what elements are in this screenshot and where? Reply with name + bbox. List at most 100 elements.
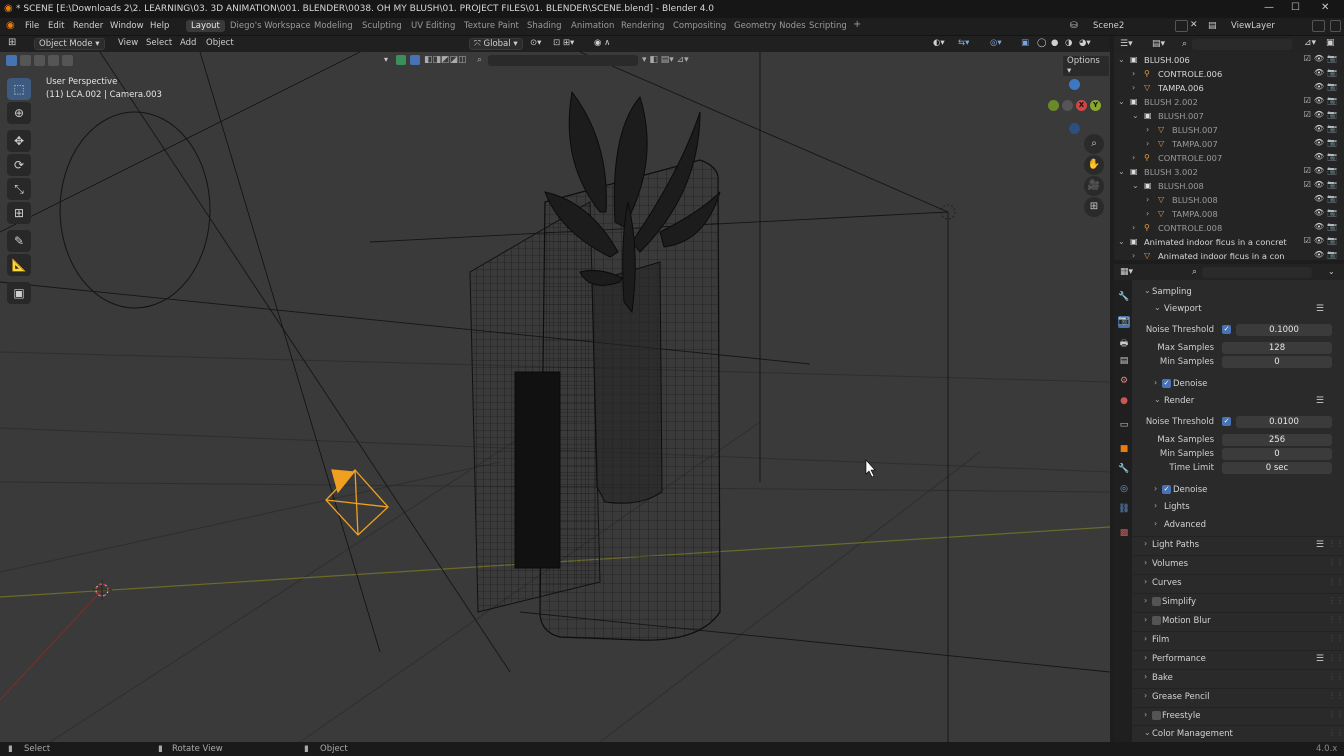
render-max-samples-field[interactable]: 256 <box>1222 434 1332 446</box>
expand-chevron-icon[interactable]: › <box>1132 223 1135 232</box>
select-box-tool-icon[interactable]: ⬚ <box>7 78 31 100</box>
drag-handle-icon[interactable]: ⋮⋮ <box>1328 710 1344 719</box>
chevron-right-icon[interactable]: › <box>1144 577 1147 586</box>
render-noise-threshold-checkbox[interactable]: ✓ <box>1222 417 1231 426</box>
expand-chevron-icon[interactable]: ⌄ <box>1118 167 1125 176</box>
object-tab-icon[interactable]: ■ <box>1118 444 1130 456</box>
expand-chevron-icon[interactable]: › <box>1132 83 1135 92</box>
outliner-row[interactable]: › ▽ TAMPA.006 👁📷 <box>1114 82 1344 96</box>
section-performance[interactable]: › Performance ☰ ⋮⋮ <box>1132 650 1344 666</box>
drag-handle-icon[interactable]: ⋮⋮ <box>1328 728 1344 737</box>
viewport-min-samples-field[interactable]: 0 <box>1222 356 1332 368</box>
expand-chevron-icon[interactable]: › <box>1146 195 1149 204</box>
viewport-min-samples-row[interactable]: Min Samples 0 <box>1132 354 1344 370</box>
collection-tab-icon[interactable]: ▭ <box>1118 420 1130 432</box>
list-options-icon[interactable]: ☰ <box>1316 540 1324 550</box>
outliner-search-input[interactable] <box>1192 39 1292 50</box>
section-motion-blur[interactable]: › Motion Blur ⋮⋮ <box>1132 612 1344 628</box>
z-axis-gizmo-icon[interactable] <box>1069 79 1080 90</box>
world-tab-icon[interactable]: ● <box>1118 396 1130 408</box>
subsection-advanced[interactable]: › Advanced <box>1132 517 1344 533</box>
scale-tool-icon[interactable]: ⤡ <box>7 178 31 200</box>
drag-handle-icon[interactable]: ⋮⋮ <box>1328 672 1344 681</box>
menu-help[interactable]: Help <box>150 21 169 31</box>
outliner-row[interactable]: ⌄ ▣ BLUSH.008 ☑👁📷 <box>1114 180 1344 194</box>
section-color-management[interactable]: ⌄ Color Management ⋮⋮ <box>1132 725 1344 741</box>
chevron-down-icon[interactable]: ⌄ <box>1154 303 1161 312</box>
menu-object[interactable]: Object <box>206 38 234 48</box>
tab-uv-editing[interactable]: UV Editing <box>411 21 455 31</box>
chevron-right-icon[interactable]: › <box>1144 710 1147 719</box>
chevron-right-icon[interactable]: › <box>1154 519 1157 528</box>
cursor-tool-icon[interactable]: ⊕ <box>7 102 31 124</box>
visibility-toggle-icons[interactable]: ☑👁📷 <box>1304 236 1340 245</box>
chevron-right-icon[interactable]: › <box>1144 558 1147 567</box>
chevron-right-icon[interactable]: › <box>1154 378 1157 387</box>
overlay-icon[interactable]: ◎▾ <box>990 38 1002 48</box>
gizmo-icon[interactable]: ⇆▾ <box>958 38 969 48</box>
chevron-right-icon[interactable]: › <box>1144 615 1147 624</box>
expand-chevron-icon[interactable]: › <box>1132 251 1135 260</box>
add-cube-tool-icon[interactable]: ▣ <box>7 282 31 304</box>
solid-shading-icon[interactable]: ● <box>1051 38 1058 48</box>
list-options-icon[interactable]: ☰ <box>1316 654 1324 664</box>
list-options-icon[interactable]: ☰ <box>1316 396 1324 406</box>
outliner-row[interactable]: ⌄ ▣ BLUSH.007 ☑👁📷 <box>1114 110 1344 124</box>
object-filter-icon[interactable] <box>410 55 420 65</box>
delete-scene-button[interactable]: ✕ <box>1190 20 1198 30</box>
x-axis-gizmo-icon[interactable]: X <box>1076 100 1087 111</box>
menu-file[interactable]: File <box>25 21 39 31</box>
drag-handle-icon[interactable]: ⋮⋮ <box>1328 634 1344 643</box>
visibility-toggle-icons[interactable]: 👁📷 <box>1314 124 1340 133</box>
visibility-toggle-icons[interactable]: ☑👁📷 <box>1304 166 1340 175</box>
viewport-noise-threshold-field[interactable]: 0.1000 <box>1236 324 1332 336</box>
visibility-toggle-icons[interactable]: 👁📷 <box>1314 138 1340 147</box>
visibility-toggle-icons[interactable]: 👁📷 <box>1314 222 1340 231</box>
outliner-row[interactable]: › ▽ BLUSH.008 👁📷 <box>1114 194 1344 208</box>
select-invert-icon[interactable] <box>48 55 59 66</box>
camera-view-icon[interactable]: 🎥 <box>1084 176 1104 196</box>
drag-handle-icon[interactable]: ⋮⋮ <box>1328 596 1344 605</box>
outliner-row[interactable]: › ▽ BLUSH.007 👁📷 <box>1114 124 1344 138</box>
render-min-samples-field[interactable]: 0 <box>1222 448 1332 460</box>
outliner-editor-icon[interactable]: ☰▾ <box>1120 39 1133 49</box>
outliner-row[interactable]: › ▽ TAMPA.008 👁📷 <box>1114 208 1344 222</box>
expand-chevron-icon[interactable]: ⌄ <box>1132 111 1139 120</box>
output-tab-icon[interactable]: 🖶 <box>1118 336 1130 349</box>
menu-select[interactable]: Select <box>146 38 172 48</box>
chevron-right-icon[interactable]: › <box>1144 672 1147 681</box>
material-shading-icon[interactable]: ◑ <box>1065 38 1072 48</box>
render-denoise-row[interactable]: › ✓ Denoise <box>1132 482 1344 498</box>
render-noise-threshold-field[interactable]: 0.0100 <box>1236 416 1332 428</box>
select-new-icon[interactable] <box>6 55 17 66</box>
chevron-down-icon[interactable]: ⌄ <box>1144 728 1151 737</box>
render-time-limit-field[interactable]: 0 sec <box>1222 462 1332 474</box>
visibility-toggle-icons[interactable]: 👁📷 <box>1314 250 1340 259</box>
new-view-layer-button[interactable] <box>1312 20 1325 32</box>
scene-name-field[interactable]: Scene2 <box>1093 21 1124 31</box>
expand-chevron-icon[interactable]: › <box>1132 153 1135 162</box>
rendered-shading-icon[interactable]: ◕▾ <box>1079 38 1091 48</box>
tab-rendering[interactable]: Rendering <box>621 21 664 31</box>
search-icon[interactable]: ⌕ <box>477 55 482 65</box>
subsection-viewport[interactable]: ⌄ Viewport ☰ <box>1132 301 1344 317</box>
modifier-tab-icon[interactable]: 🔧 <box>1118 464 1130 476</box>
outliner-row[interactable]: ⌄ ▣ BLUSH 3.002 ☑👁📷 <box>1114 166 1344 180</box>
neg-y-axis-gizmo-icon[interactable] <box>1048 100 1059 111</box>
drag-handle-icon[interactable]: ⋮⋮ <box>1328 615 1344 624</box>
display-mode-icon[interactable]: ▤▾ <box>1152 39 1165 49</box>
drag-handle-icon[interactable]: ⋮⋮ <box>1328 558 1344 567</box>
visibility-toggle-icons[interactable]: 👁📷 <box>1314 194 1340 203</box>
chevron-right-icon[interactable]: › <box>1144 596 1147 605</box>
pan-hand-icon[interactable]: ✋ <box>1084 155 1104 175</box>
section-sampling[interactable]: ⌄ Sampling <box>1132 284 1344 300</box>
drag-handle-icon[interactable]: ⋮⋮ <box>1328 653 1344 662</box>
chevron-down-icon[interactable]: ⌄ <box>1328 267 1335 276</box>
visibility-toggle-icons[interactable]: 👁📷 <box>1314 82 1340 91</box>
expand-chevron-icon[interactable]: ⌄ <box>1118 55 1125 64</box>
annotate-tool-icon[interactable]: ✎ <box>7 230 31 252</box>
section-grease-pencil[interactable]: › Grease Pencil ⋮⋮ <box>1132 688 1344 704</box>
menu-add[interactable]: Add <box>180 38 196 48</box>
zoom-icon[interactable]: ⌕ <box>1084 134 1104 154</box>
tool-tab-icon[interactable]: 🔧 <box>1118 292 1130 304</box>
